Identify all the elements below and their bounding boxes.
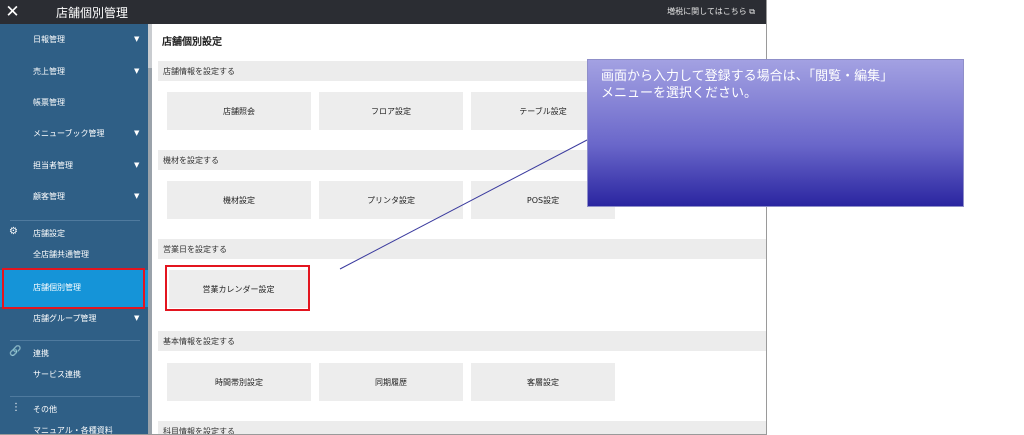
- leader-line: [339, 127, 611, 270]
- callout-box: 画面から入力して登録する場合は、「閲覧・編集」メニューを選択ください。: [587, 59, 964, 207]
- callout-text: 画面から入力して登録する場合は、「閲覧・編集」メニューを選択ください。: [601, 69, 894, 101]
